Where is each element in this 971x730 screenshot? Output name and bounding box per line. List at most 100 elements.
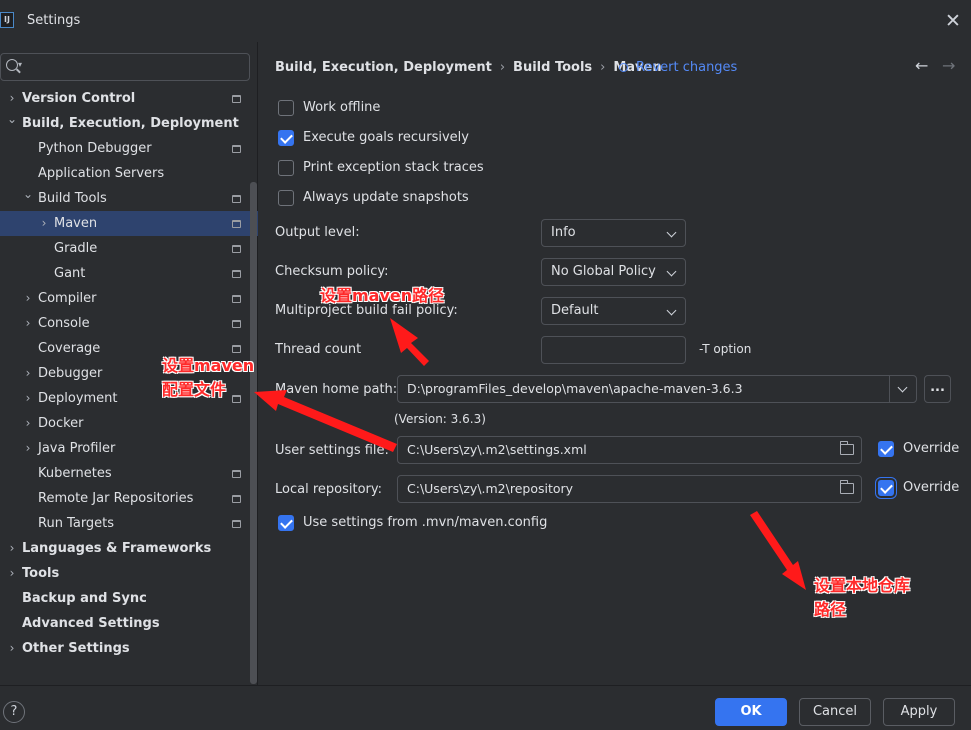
chevron-right-icon[interactable]: ›	[6, 636, 18, 661]
sidebar-item-label: Backup and Sync	[22, 591, 147, 606]
sidebar-item-label: Gant	[54, 266, 86, 281]
user-settings-file-input[interactable]: C:\Users\zy\.m2\settings.xml	[397, 436, 862, 464]
chevron-right-icon[interactable]: ›	[22, 311, 34, 336]
checkbox-box[interactable]	[278, 190, 294, 206]
sidebar-item[interactable]: › Version Control	[0, 86, 258, 111]
sidebar-item[interactable]: › Java Profiler	[0, 436, 258, 461]
multiproject-fail-policy-dropdown[interactable]: Default	[541, 297, 686, 325]
revert-changes-link[interactable]: Revert changes	[619, 58, 737, 78]
project-scope-icon	[232, 145, 241, 153]
sidebar-item[interactable]: Remote Jar Repositories	[0, 486, 258, 511]
search-options-chevron-icon[interactable]: ▾	[18, 60, 22, 69]
checkbox-box[interactable]	[878, 441, 894, 457]
chevron-down-icon[interactable]: ⌄	[22, 182, 34, 207]
checkbox-box[interactable]	[278, 515, 294, 531]
checkbox-box[interactable]	[878, 480, 894, 496]
project-scope-icon	[232, 320, 241, 328]
local-repository-override-checkbox[interactable]: Override	[878, 479, 959, 499]
sidebar-item[interactable]: ⌄ Build, Execution, Deployment	[0, 111, 258, 136]
chevron-right-icon[interactable]: ›	[6, 561, 18, 586]
close-icon[interactable]: ✕	[940, 8, 966, 34]
cancel-button[interactable]: Cancel	[799, 698, 871, 726]
local-repository-input[interactable]: C:\Users\zy\.m2\repository	[397, 475, 862, 503]
chevron-down-icon	[666, 305, 677, 316]
checksum-policy-dropdown[interactable]: No Global Policy	[541, 258, 686, 286]
print-exception-label: Print exception stack traces	[303, 160, 484, 175]
user-settings-override-checkbox[interactable]: Override	[878, 440, 959, 460]
sidebar-item[interactable]: Advanced Settings	[0, 611, 258, 636]
apply-button[interactable]: Apply	[883, 698, 955, 726]
sidebar-item-label: Other Settings	[22, 641, 130, 656]
chevron-right-icon[interactable]: ›	[38, 211, 50, 236]
sidebar-item[interactable]: Gant	[0, 261, 258, 286]
sidebar-item-label: Tools	[22, 566, 60, 581]
breadcrumb: Build, Execution, Deployment › Build Tools…	[275, 58, 662, 78]
maven-home-dropdown-button[interactable]	[889, 376, 916, 402]
back-arrow-icon[interactable]: ←	[915, 56, 928, 75]
chevron-right-icon[interactable]: ›	[22, 386, 34, 411]
thread-count-input[interactable]	[541, 336, 686, 364]
sidebar-item[interactable]: › Console	[0, 311, 258, 336]
chevron-right-icon[interactable]: ›	[22, 411, 34, 436]
multiproject-fail-policy-value: Default	[551, 303, 599, 318]
chevron-down-icon	[666, 266, 677, 277]
sidebar-item-label: Compiler	[38, 291, 97, 306]
execute-goals-recursively-checkbox[interactable]: Execute goals recursively	[278, 129, 469, 149]
chevron-right-icon[interactable]: ›	[22, 286, 34, 311]
breadcrumb-item[interactable]: Build, Execution, Deployment	[275, 58, 492, 78]
execute-goals-label: Execute goals recursively	[303, 130, 469, 145]
help-icon[interactable]: ?	[3, 701, 25, 723]
sidebar-item[interactable]: ⌄ Build Tools	[0, 186, 258, 211]
chevron-right-icon[interactable]: ›	[22, 361, 34, 386]
revert-icon	[619, 63, 628, 72]
maven-home-browse-button[interactable]: ...	[924, 375, 951, 403]
sidebar-item[interactable]: › Languages & Frameworks	[0, 536, 258, 561]
use-mvn-config-checkbox[interactable]: Use settings from .mvn/maven.config	[278, 514, 547, 534]
sidebar-item-label: Gradle	[54, 241, 98, 256]
breadcrumb-separator: ›	[600, 60, 606, 75]
breadcrumb-item[interactable]: Build Tools	[513, 58, 592, 78]
folder-icon[interactable]	[840, 480, 854, 494]
output-level-value: Info	[551, 225, 576, 240]
chevron-down-icon[interactable]: ⌄	[6, 107, 18, 132]
ok-button[interactable]: OK	[715, 698, 787, 726]
intellij-app-icon: IJ	[0, 12, 14, 28]
thread-count-hint: -T option	[699, 342, 752, 356]
checkbox-box[interactable]	[278, 130, 294, 146]
work-offline-checkbox[interactable]: Work offline	[278, 99, 380, 119]
thread-count-label: Thread count	[275, 342, 362, 357]
sidebar-item-label: Advanced Settings	[22, 616, 160, 631]
always-update-label: Always update snapshots	[303, 190, 469, 205]
project-scope-icon	[232, 345, 241, 353]
sidebar-item-label: Languages & Frameworks	[22, 541, 212, 556]
search-icon	[6, 59, 18, 71]
chevron-right-icon[interactable]: ›	[6, 536, 18, 561]
print-exception-stack-traces-checkbox[interactable]: Print exception stack traces	[278, 159, 484, 179]
sidebar-item-label: Kubernetes	[38, 466, 112, 481]
output-level-dropdown[interactable]: Info	[541, 219, 686, 247]
revert-changes-label: Revert changes	[636, 60, 738, 75]
sidebar-item[interactable]: Application Servers	[0, 161, 258, 186]
sidebar-item[interactable]: › Other Settings	[0, 636, 258, 661]
checkbox-box[interactable]	[278, 160, 294, 176]
sidebar-item-label: Version Control	[22, 91, 136, 106]
maven-home-path-combobox[interactable]: D:\programFiles_develop\maven\apache-mav…	[397, 375, 917, 403]
sidebar-item[interactable]: Backup and Sync	[0, 586, 258, 611]
sidebar-item[interactable]: Kubernetes	[0, 461, 258, 486]
sidebar-item[interactable]: Gradle	[0, 236, 258, 261]
sidebar-item[interactable]: Run Targets	[0, 511, 258, 536]
settings-search-input[interactable]: ▾	[0, 53, 250, 81]
sidebar-item[interactable]: › Tools	[0, 561, 258, 586]
sidebar-scrollbar[interactable]	[250, 182, 257, 684]
always-update-snapshots-checkbox[interactable]: Always update snapshots	[278, 189, 469, 209]
sidebar-item[interactable]: › Docker	[0, 411, 258, 436]
sidebar-item[interactable]: › Maven	[0, 211, 258, 236]
project-scope-icon	[232, 95, 241, 103]
project-scope-icon	[232, 295, 241, 303]
sidebar-item[interactable]: Python Debugger	[0, 136, 258, 161]
chevron-right-icon[interactable]: ›	[22, 436, 34, 461]
forward-arrow-icon[interactable]: →	[942, 56, 955, 75]
sidebar-item[interactable]: › Compiler	[0, 286, 258, 311]
checkbox-box[interactable]	[278, 100, 294, 116]
folder-icon[interactable]	[840, 441, 854, 455]
